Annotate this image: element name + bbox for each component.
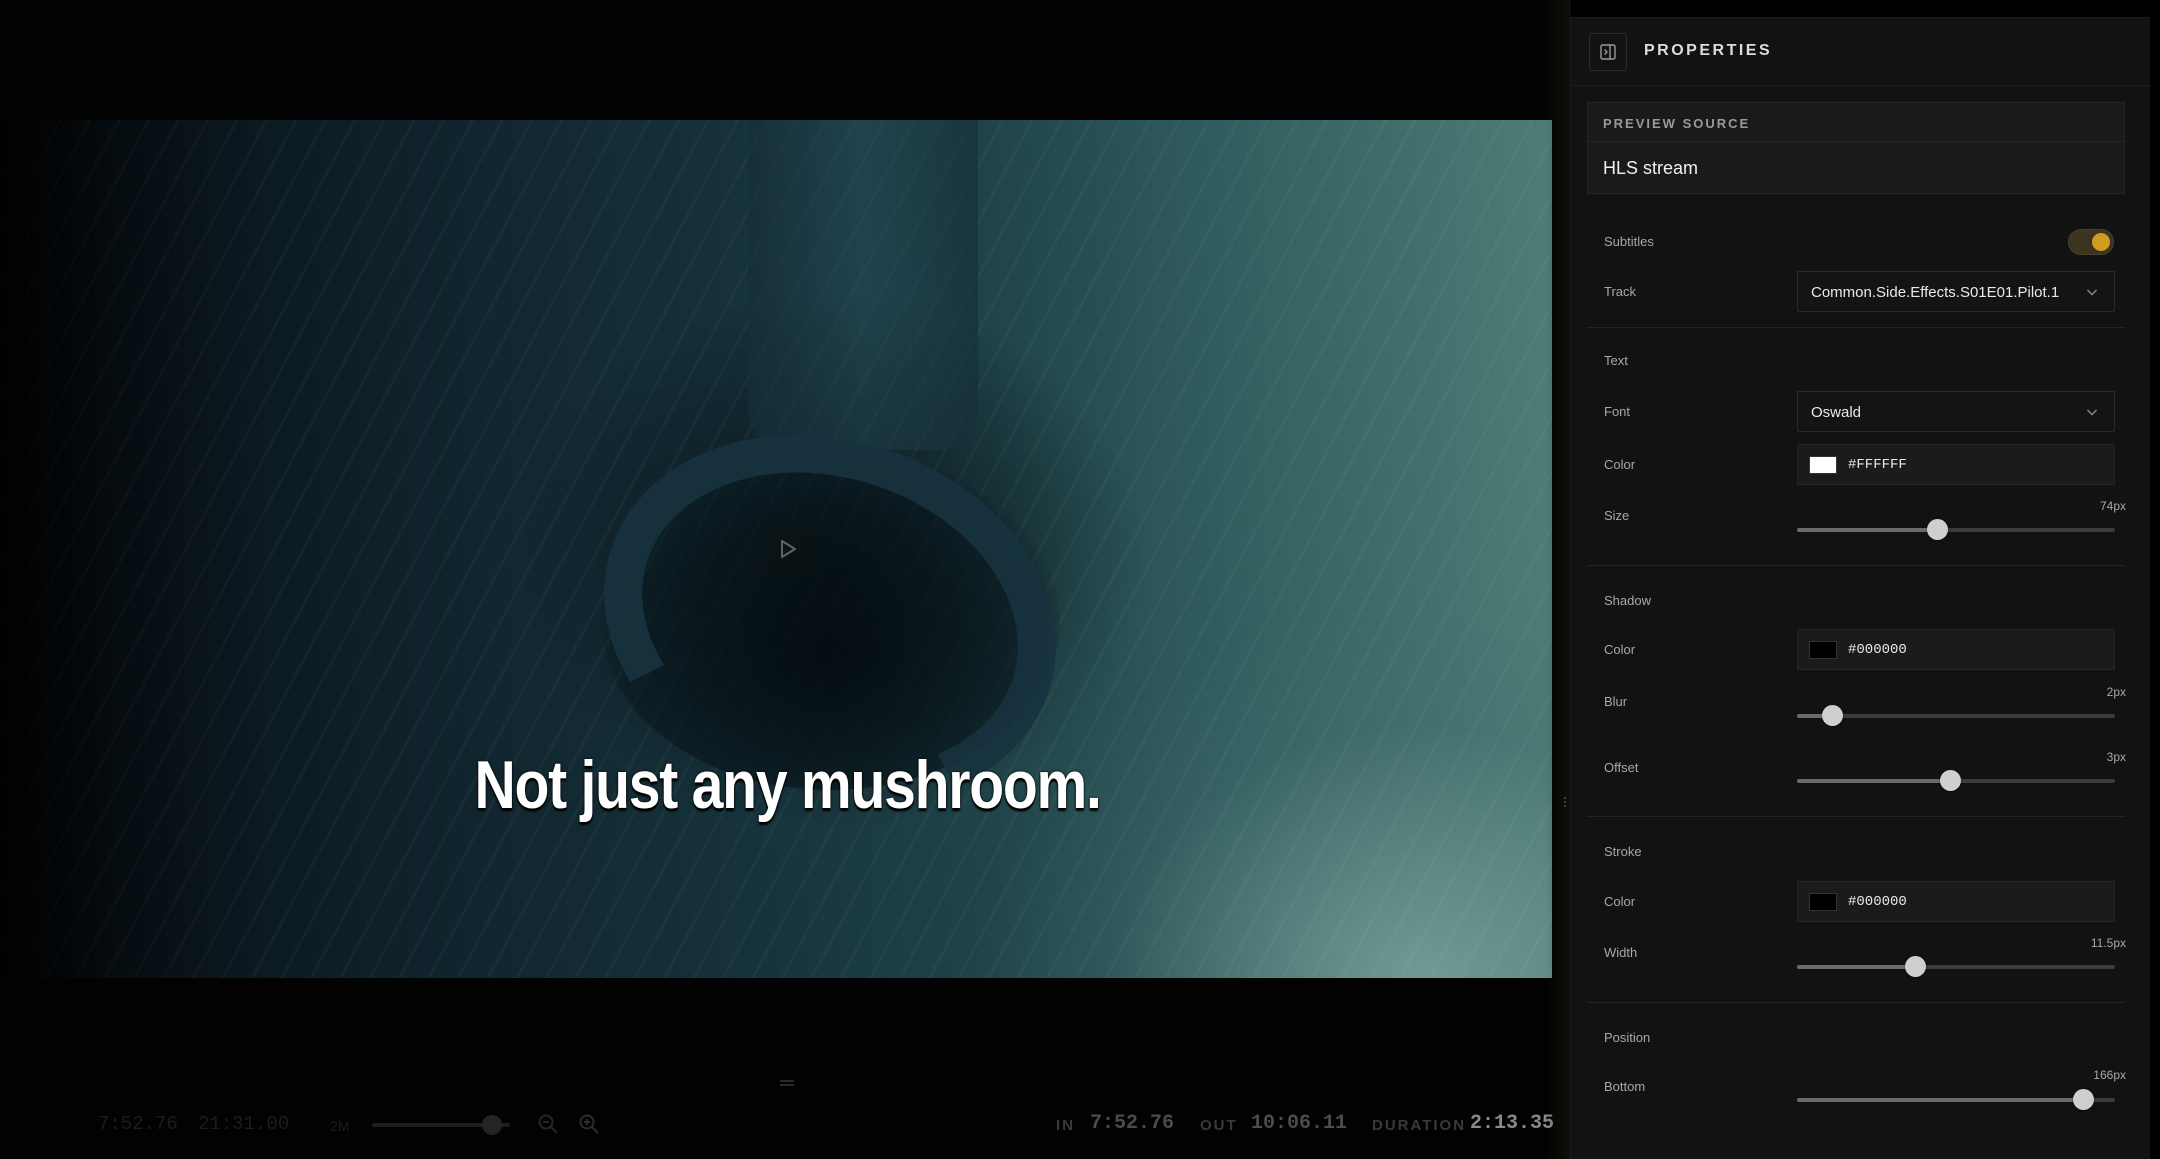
section-divider <box>1587 816 2125 817</box>
preview-source-box: PREVIEW SOURCE HLS stream <box>1587 102 2125 194</box>
stage-top-area <box>0 0 1570 120</box>
stroke-section-title: Stroke <box>1604 844 1642 859</box>
out-label: OUT <box>1200 1117 1238 1134</box>
section-divider <box>1587 327 2125 328</box>
play-button[interactable] <box>760 522 814 576</box>
bottom-slider-fill <box>1797 1098 2084 1102</box>
blur-label: Blur <box>1604 694 1628 709</box>
text-color-swatch[interactable] <box>1809 456 1837 474</box>
bottom-slider[interactable] <box>1797 1089 2115 1110</box>
in-value[interactable]: 7:52.76 <box>1090 1112 1174 1135</box>
section-divider <box>1587 565 2125 566</box>
font-select[interactable]: Oswald <box>1797 391 2115 432</box>
stroke-width-slider[interactable] <box>1797 956 2115 977</box>
shadow-color-label: Color <box>1604 642 1636 657</box>
size-value: 74px <box>2099 499 2126 513</box>
in-label: IN <box>1056 1117 1075 1134</box>
font-label: Font <box>1604 404 1631 419</box>
duration-value: 2:13.35 <box>1470 1112 1555 1135</box>
shadow-color-swatch[interactable] <box>1809 641 1837 659</box>
section-divider <box>1587 1002 2125 1003</box>
text-color-label: Color <box>1604 457 1636 472</box>
zoom-slider-thumb[interactable] <box>482 1115 502 1135</box>
panel-edge-shade <box>1545 0 1571 1159</box>
text-color-hex: #FFFFFF <box>1848 457 1907 473</box>
shadow-color-hex: #000000 <box>1848 642 1907 658</box>
panel-header: PROPERTIES <box>1571 18 2151 86</box>
size-slider[interactable] <box>1797 519 2115 540</box>
offset-slider-fill <box>1797 779 1950 783</box>
preview-source-value[interactable]: HLS stream <box>1603 158 1698 179</box>
blur-value: 2px <box>2106 685 2126 699</box>
bottom-value: 166px <box>2093 1068 2126 1082</box>
stroke-width-slider-thumb[interactable] <box>1904 956 1926 977</box>
shadow-color-field[interactable]: #000000 <box>1797 629 2115 670</box>
zoom-label: 2M <box>330 1118 350 1134</box>
font-select-value: Oswald <box>1811 404 1862 421</box>
blur-slider-thumb[interactable] <box>1821 705 1843 726</box>
collapse-panel-button[interactable] <box>1589 33 1627 71</box>
properties-panel: PROPERTIES PREVIEW SOURCE HLS stream Sub… <box>1570 17 2151 1159</box>
stroke-width-slider-fill <box>1797 965 1915 969</box>
video-frame-stem <box>748 120 978 450</box>
offset-slider-thumb[interactable] <box>1939 770 1961 791</box>
chevron-down-icon <box>2087 289 2097 296</box>
chevron-down-icon <box>2087 409 2097 416</box>
text-section-title: Text <box>1604 353 1628 368</box>
panel-title: PROPERTIES <box>1644 42 1773 59</box>
stroke-color-hex: #000000 <box>1848 894 1907 910</box>
bottom-slider-thumb[interactable] <box>2073 1089 2095 1110</box>
stroke-color-swatch[interactable] <box>1809 893 1837 911</box>
zoom-out-icon[interactable] <box>537 1113 559 1135</box>
current-time: 7:52.76 <box>98 1113 178 1135</box>
size-label: Size <box>1604 508 1630 523</box>
timeline-resize-handle[interactable] <box>780 1078 794 1088</box>
video-stage: Not just any mushroom. <box>0 0 1570 1159</box>
total-time: 21:31.00 <box>198 1113 290 1135</box>
stroke-color-field[interactable]: #000000 <box>1797 881 2115 922</box>
size-slider-thumb[interactable] <box>1926 519 1948 540</box>
out-value[interactable]: 10:06.11 <box>1251 1112 1347 1135</box>
subtitle-overlay: Not just any mushroom. <box>474 747 1102 823</box>
subtitles-label: Subtitles <box>1604 234 1654 249</box>
preview-source-divider <box>1588 141 2124 142</box>
size-slider-fill <box>1797 528 1937 532</box>
video-frame-cap-shadow <box>600 450 1060 790</box>
stroke-color-label: Color <box>1604 894 1636 909</box>
zoom-in-icon[interactable] <box>578 1113 600 1135</box>
offset-label: Offset <box>1604 760 1639 775</box>
play-icon <box>781 540 796 558</box>
duration-label: DURATION <box>1372 1117 1467 1134</box>
bottom-label: Bottom <box>1604 1079 1646 1094</box>
text-color-field[interactable]: #FFFFFF <box>1797 444 2115 485</box>
track-select[interactable]: Common.Side.Effects.S01E01.Pilot.1 <box>1797 271 2115 312</box>
offset-value: 3px <box>2106 750 2126 764</box>
stroke-width-label: Width <box>1604 945 1638 960</box>
shadow-section-title: Shadow <box>1604 593 1651 608</box>
panel-collapse-icon <box>1600 44 1616 60</box>
position-section-title: Position <box>1604 1030 1651 1045</box>
subtitles-toggle[interactable] <box>2068 229 2114 255</box>
track-label: Track <box>1604 284 1637 299</box>
track-select-value: Common.Side.Effects.S01E01.Pilot.1 <box>1811 284 2060 301</box>
preview-source-label: PREVIEW SOURCE <box>1603 116 1751 131</box>
blur-slider[interactable] <box>1797 705 2115 726</box>
offset-slider[interactable] <box>1797 770 2115 791</box>
subtitles-toggle-knob <box>2092 233 2110 251</box>
stroke-width-value: 11.5px <box>2090 936 2126 950</box>
